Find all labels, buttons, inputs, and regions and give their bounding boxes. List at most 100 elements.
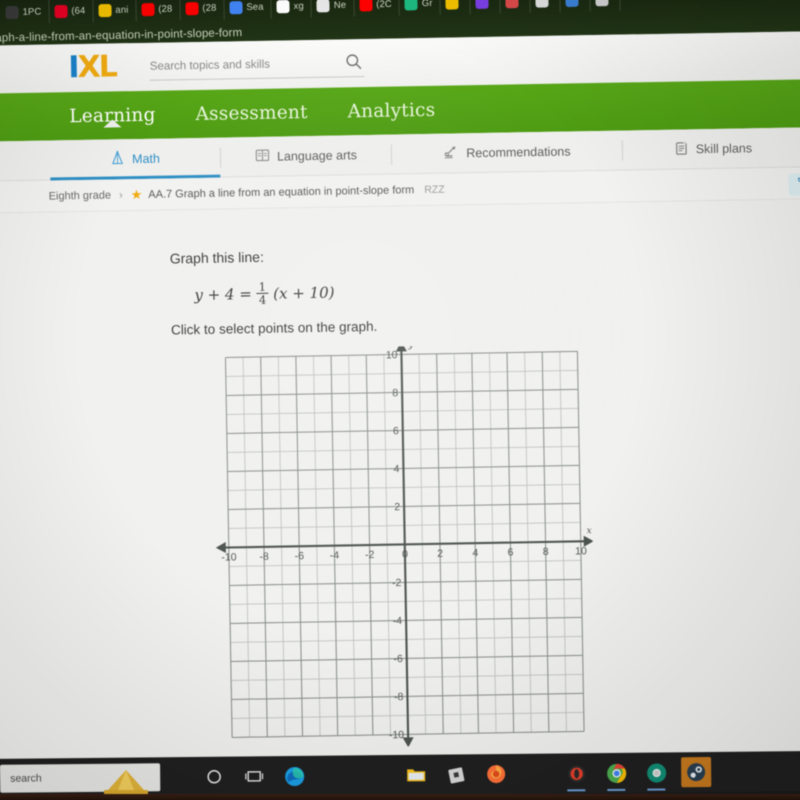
browser-tab[interactable]: 1PC (0, 0, 50, 25)
tab-favicon-icon (185, 1, 199, 15)
browser-tab-label: (64 (71, 4, 86, 17)
browser-tab-label: ani (115, 4, 129, 16)
ixl-logo[interactable]: I XL (68, 49, 116, 86)
browser-tab-label: (2C (376, 0, 392, 10)
tab-favicon-icon (404, 0, 418, 11)
equation-fraction: 1 4 (256, 279, 269, 307)
question-body: Graph this line: y + 4 = 1 4 (x + 10) Cl… (0, 198, 800, 786)
browser-tab[interactable] (530, 0, 561, 13)
svg-text:-4: -4 (393, 615, 403, 627)
breadcrumb-chevron-icon: › (118, 188, 123, 201)
browser-tab[interactable] (440, 0, 471, 15)
ixl-page: IXL Learning Assessment Analytics Math Lang… (0, 30, 800, 786)
skill-code: RZZ (424, 183, 445, 196)
svg-text:2: 2 (394, 501, 400, 513)
tab-favicon-icon (54, 4, 68, 18)
svg-text:6: 6 (507, 547, 513, 559)
fraction-numerator: 1 (258, 279, 267, 294)
graph-svg[interactable]: x y -10 -8 -6 -4 -2 0 2 4 6 8 10 -10 -8 -6 -4 -2 2 4 6 8 10 (207, 340, 596, 750)
browser-tab-label: Gr (421, 0, 433, 9)
browser-tab-label: Ne (333, 0, 347, 11)
search-bar[interactable] (149, 49, 366, 81)
svg-text:y: y (407, 343, 414, 350)
svg-text:-8: -8 (259, 551, 269, 563)
browser-tab[interactable]: Gr (399, 0, 441, 16)
svg-text:-2: -2 (392, 577, 402, 589)
search-icon[interactable] (346, 53, 363, 75)
firefox-icon[interactable] (481, 759, 511, 789)
browser-tab[interactable]: (64 (49, 0, 94, 24)
main-nav-label: Analytics (347, 99, 436, 122)
taskbar-search-placeholder: search (10, 772, 42, 785)
browser-tab[interactable]: xg (271, 0, 313, 19)
browser-tab[interactable] (590, 0, 621, 12)
running-indicator (567, 789, 586, 792)
task-view-icon[interactable] (239, 761, 269, 791)
tab-favicon-icon (316, 0, 330, 12)
breadcrumb-skill-title: AA.7 Graph a line from an equation in po… (148, 183, 415, 201)
opera-gx-icon[interactable] (561, 758, 591, 792)
tab-favicon-icon (535, 0, 549, 8)
subject-tab-language-arts[interactable]: Language arts (221, 134, 392, 177)
equation-lhs: y + 4 = (194, 284, 252, 304)
running-indicator (607, 788, 626, 791)
browser-tab[interactable]: (28 (136, 0, 181, 22)
star-icon[interactable]: ★ (131, 186, 143, 202)
tab-favicon-icon (98, 3, 112, 17)
svg-text:2: 2 (437, 548, 443, 560)
main-nav-item-assessment[interactable]: Assessment (175, 101, 327, 125)
browser-tab-label: (28 (202, 2, 217, 14)
coordinate-graph[interactable]: x y -10 -8 -6 -4 -2 0 2 4 6 8 10 -10 -8 -6 -4 -2 2 4 6 8 10 (207, 340, 596, 755)
breadcrumb-grade[interactable]: Eighth grade (49, 189, 112, 202)
subject-tab-label: Language arts (276, 147, 358, 164)
svg-text:-8: -8 (394, 691, 404, 703)
main-nav-item-learning[interactable]: Learning (49, 104, 176, 128)
svg-text:-2: -2 (365, 549, 375, 561)
subject-tab-label: Recommendations (466, 143, 571, 160)
browser-tab[interactable]: (2C (353, 0, 401, 17)
tab-favicon-icon (475, 0, 489, 9)
subject-tab-recommendations[interactable]: Recommendations (392, 130, 623, 174)
tab-favicon-icon (276, 0, 290, 13)
browser-tab-label: 1PC (22, 5, 42, 18)
browser-tab[interactable]: (28 (180, 0, 225, 21)
svg-text:-6: -6 (393, 653, 403, 665)
cortana-circle-icon[interactable] (199, 762, 229, 792)
browser-tab[interactable]: ani (93, 0, 137, 23)
question-equation: y + 4 = 1 4 (x + 10) (194, 280, 335, 308)
svg-text:6: 6 (393, 425, 399, 437)
edge-icon[interactable] (279, 761, 309, 791)
browser-tab[interactable] (560, 0, 591, 13)
svg-text:-6: -6 (295, 550, 305, 562)
running-indicator (647, 788, 666, 791)
chrome-secondary-icon[interactable] (641, 757, 671, 791)
file-explorer-icon[interactable] (401, 760, 431, 790)
svg-text:4: 4 (472, 547, 478, 559)
browser-tab[interactable] (500, 0, 531, 14)
tab-favicon-icon (5, 5, 19, 19)
browser-tab[interactable] (470, 0, 501, 15)
svg-text:10: 10 (575, 545, 587, 557)
subject-tab-math[interactable]: Math (50, 137, 221, 180)
tab-favicon-icon (229, 0, 243, 14)
svg-text:8: 8 (543, 546, 549, 558)
svg-text:-10: -10 (389, 729, 405, 741)
main-nav-label: Assessment (195, 101, 308, 125)
roblox-icon[interactable] (441, 759, 471, 789)
book-icon (255, 147, 270, 165)
subject-tab-skill-plans[interactable]: Skill plans (623, 127, 800, 170)
subject-tab-label: Math (131, 151, 160, 166)
browser-tab-label: Sea (246, 1, 264, 13)
browser-tab[interactable]: Ne (311, 0, 355, 18)
logo-letter-i: I (68, 50, 78, 86)
steam-icon[interactable] (681, 757, 712, 788)
tab-favicon-icon (595, 0, 609, 6)
svg-text:8: 8 (392, 387, 398, 399)
chrome-icon[interactable] (601, 758, 631, 791)
main-nav-item-analytics[interactable]: Analytics (327, 99, 455, 122)
screen-photo: 1PC (64 ani (28 (28 Sea xg Ne (2C Gr -8/graph-a-l… (0, 0, 800, 800)
equation-rhs: (x + 10) (273, 283, 335, 303)
browser-tab[interactable]: Sea (224, 0, 272, 20)
awards-badge[interactable]: You ha (788, 172, 800, 196)
search-input[interactable] (149, 56, 365, 73)
